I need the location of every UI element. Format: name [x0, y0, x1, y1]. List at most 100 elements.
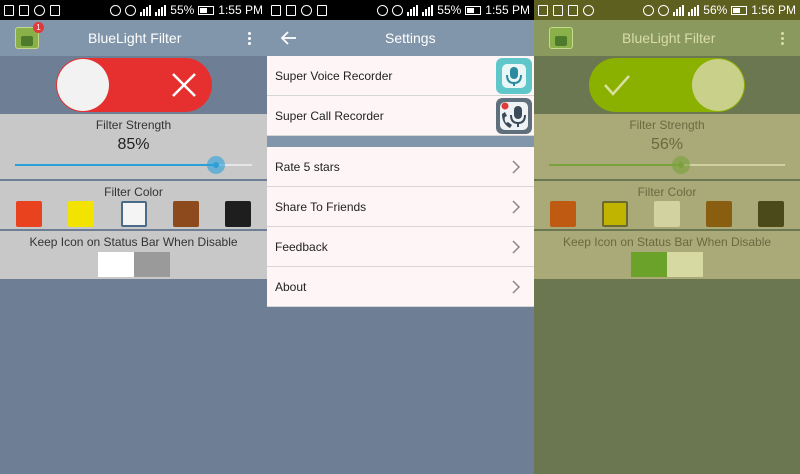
color-swatch[interactable]	[654, 201, 680, 227]
app-notification-icon	[50, 4, 60, 16]
image-icon	[286, 4, 296, 16]
keep-icon-label: Keep Icon on Status Bar When Disable	[29, 235, 238, 249]
bluelight-main-screen-on: 56% 1:56 PM BlueLight Filter Filter Stre…	[534, 0, 800, 474]
alarm-icon	[658, 4, 670, 16]
battery-percent: 55%	[170, 3, 195, 17]
settings-item-about[interactable]: About	[267, 267, 534, 307]
filter-toggle[interactable]	[589, 58, 745, 112]
clock: 1:55 PM	[485, 3, 530, 17]
slider-thumb[interactable]	[672, 156, 691, 174]
color-swatch[interactable]	[602, 201, 628, 227]
battery-icon	[465, 5, 482, 15]
filter-strength-section: Filter Strength 85%	[0, 114, 267, 179]
color-swatch[interactable]	[16, 201, 42, 227]
color-swatch[interactable]	[120, 201, 147, 227]
app-row-call-recorder[interactable]: Super Call Recorder	[267, 96, 534, 136]
filter-toggle-area	[534, 56, 800, 114]
signal-icon	[673, 4, 685, 16]
chevron-right-icon	[512, 159, 521, 174]
color-swatch[interactable]	[172, 201, 199, 227]
app-row-label: Super Voice Recorder	[275, 68, 393, 83]
slider-thumb[interactable]	[207, 156, 226, 174]
toggle-left	[631, 252, 667, 277]
filter-strength-label: Filter Strength	[629, 118, 705, 132]
alarm-icon	[125, 4, 137, 16]
filter-strength-value: 85%	[117, 136, 150, 153]
signal-icon	[407, 4, 419, 16]
app-title: BlueLight Filter	[622, 30, 716, 46]
settings-item-rate[interactable]: Rate 5 stars	[267, 147, 534, 187]
phone-icon	[271, 4, 281, 16]
signal-icon	[155, 4, 167, 16]
app-notification-icon	[568, 4, 578, 16]
bluelight-main-screen-off: 55% 1:55 PM 1 BlueLight Filter Filter St…	[0, 0, 267, 474]
mute-icon	[377, 4, 389, 16]
status-bar: 56% 1:56 PM	[534, 0, 800, 20]
color-swatch[interactable]	[706, 201, 732, 227]
overflow-menu-icon[interactable]	[781, 31, 784, 45]
color-swatch[interactable]	[68, 201, 95, 227]
color-swatch[interactable]	[758, 201, 784, 227]
filter-color-section: Filter Color	[0, 181, 267, 229]
signal-icon	[140, 4, 152, 16]
keep-icon-label: Keep Icon on Status Bar When Disable	[562, 235, 772, 249]
image-icon	[553, 4, 563, 16]
toggle-right	[667, 252, 703, 277]
slider-fill	[15, 164, 217, 166]
toggle-knob	[692, 59, 744, 111]
slider-fill	[549, 164, 682, 166]
checkmark-icon	[604, 75, 630, 96]
page-title: Settings	[385, 30, 436, 46]
app-notification-icon	[317, 4, 327, 16]
toggle-left	[97, 252, 134, 277]
settings-item-share[interactable]: Share To Friends	[267, 187, 534, 227]
status-bar: 55% 1:55 PM	[267, 0, 534, 20]
chevron-right-icon	[512, 199, 521, 214]
battery-percent: 56%	[703, 3, 728, 17]
clock: 1:56 PM	[751, 3, 796, 17]
filter-toggle-area	[0, 56, 267, 114]
color-swatches	[534, 199, 800, 227]
toggle-knob	[56, 59, 109, 111]
filter-strength-section: Filter Strength 56%	[534, 114, 800, 179]
clock: 1:55 PM	[218, 3, 263, 17]
filter-color-label: Filter Color	[637, 185, 697, 199]
app-row-voice-recorder[interactable]: Super Voice Recorder	[267, 56, 534, 96]
overflow-menu-icon[interactable]	[248, 31, 251, 45]
filter-strength-slider[interactable]	[549, 156, 785, 174]
keep-icon-section: Keep Icon on Status Bar When Disable	[0, 231, 267, 279]
section-divider	[267, 136, 534, 147]
signal-icon	[688, 4, 700, 16]
battery-icon	[198, 5, 215, 15]
close-icon	[171, 73, 196, 97]
color-swatch[interactable]	[550, 201, 576, 227]
app-toolbar: BlueLight Filter	[534, 20, 800, 56]
app-toolbar: 1 BlueLight Filter	[0, 20, 267, 56]
chevron-right-icon	[512, 239, 521, 254]
phone-icon	[4, 4, 14, 16]
settings-item-label: Share To Friends	[275, 199, 367, 214]
settings-item-feedback[interactable]: Feedback	[267, 227, 534, 267]
settings-screen: 55% 1:55 PM Settings Super Voice Recorde…	[267, 0, 534, 474]
alarm-icon	[392, 4, 404, 16]
microphone-icon	[496, 57, 532, 94]
notification-badge: 1	[33, 22, 44, 33]
filter-toggle[interactable]	[55, 58, 212, 112]
toggle-right	[133, 252, 170, 277]
app-title: BlueLight Filter	[88, 30, 182, 46]
call-recorder-icon	[496, 97, 532, 134]
app-logo-icon	[549, 27, 573, 49]
chevron-right-icon	[512, 279, 521, 294]
color-swatch[interactable]	[225, 201, 251, 227]
filter-strength-label: Filter Strength	[95, 118, 172, 132]
app-row-label: Super Call Recorder	[275, 108, 384, 123]
mute-icon	[643, 4, 655, 16]
filter-strength-slider[interactable]	[15, 156, 252, 174]
keep-icon-toggle[interactable]	[631, 252, 703, 277]
keep-icon-toggle[interactable]	[97, 252, 170, 277]
image-icon	[19, 4, 29, 16]
filter-color-label: Filter Color	[104, 185, 163, 199]
back-arrow-icon[interactable]	[277, 26, 301, 50]
settings-toolbar: Settings	[267, 20, 534, 56]
filter-color-section: Filter Color	[534, 181, 800, 229]
